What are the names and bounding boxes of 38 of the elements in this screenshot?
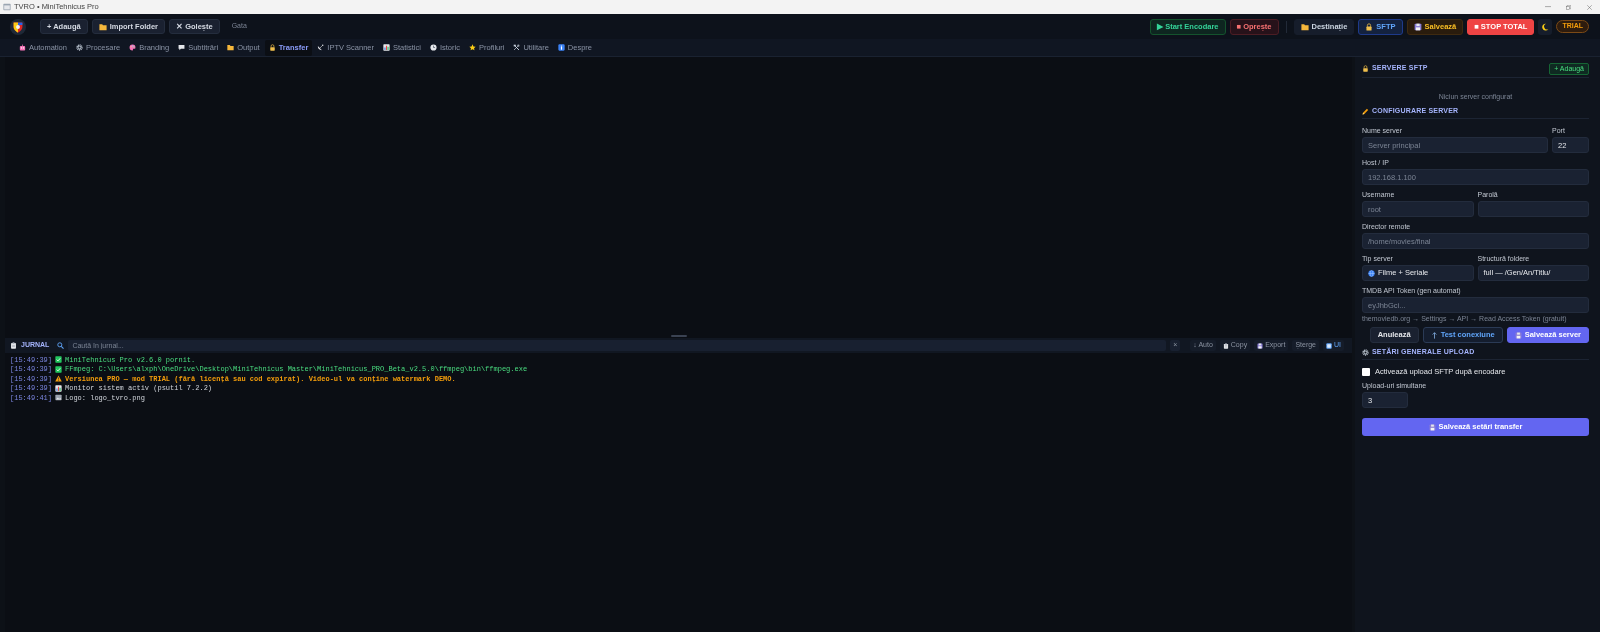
gear-icon bbox=[75, 44, 83, 51]
globe-icon bbox=[1368, 269, 1375, 277]
close-icon bbox=[1587, 4, 1592, 10]
shield-logo-icon bbox=[10, 18, 26, 35]
app-window-icon bbox=[3, 3, 11, 11]
gear-icon bbox=[1362, 349, 1369, 356]
speech-bubble-icon bbox=[178, 44, 186, 51]
folder-icon bbox=[1300, 22, 1309, 31]
moon-icon bbox=[1541, 22, 1550, 31]
robot-icon bbox=[19, 44, 26, 51]
padlock-icon bbox=[1365, 22, 1374, 31]
folder-icon bbox=[98, 22, 107, 31]
search-icon bbox=[57, 342, 65, 349]
resize-handle[interactable] bbox=[670, 335, 687, 337]
toggle-square-icon bbox=[1326, 342, 1332, 349]
picture-icon bbox=[55, 394, 62, 402]
warning-icon bbox=[55, 375, 62, 383]
floppy-disk-icon bbox=[1257, 342, 1264, 349]
satellite-dish-icon bbox=[317, 44, 325, 51]
palette-icon bbox=[129, 44, 137, 51]
password-field[interactable] bbox=[1477, 201, 1589, 217]
info-icon bbox=[557, 44, 565, 51]
padlock-icon bbox=[1362, 65, 1369, 72]
pencil-icon bbox=[1362, 108, 1369, 115]
minimize-icon bbox=[1544, 6, 1551, 8]
tools-icon bbox=[513, 44, 521, 51]
clipboard-icon bbox=[1222, 342, 1229, 349]
checkbox[interactable] bbox=[1362, 367, 1370, 376]
star-icon bbox=[468, 44, 476, 51]
theme-toggle-button[interactable] bbox=[1538, 18, 1553, 35]
restore-icon bbox=[1566, 4, 1571, 10]
folder-icon bbox=[227, 44, 235, 51]
bar-chart-icon bbox=[383, 44, 390, 51]
arrow-up-icon bbox=[1430, 331, 1438, 339]
clock-icon bbox=[429, 44, 437, 51]
bar-chart-icon bbox=[55, 384, 62, 392]
clipboard-icon bbox=[10, 342, 17, 349]
padlock-icon bbox=[268, 44, 276, 51]
